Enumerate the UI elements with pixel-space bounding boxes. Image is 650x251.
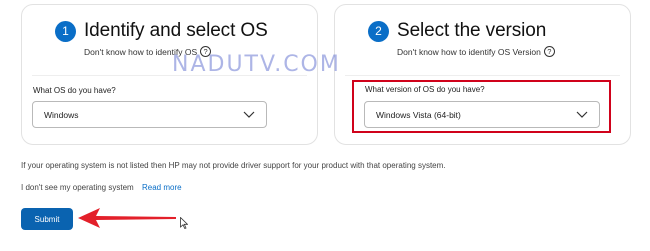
dont-see-os-text: I don't see my operating system bbox=[21, 183, 134, 192]
red-arrow-annotation bbox=[78, 208, 176, 228]
step-number-badge: 1 bbox=[55, 21, 76, 42]
os-support-note: If your operating system is not listed t… bbox=[21, 161, 446, 170]
watermark: NADUTV.COM bbox=[172, 52, 341, 77]
os-select[interactable]: Windows bbox=[32, 101, 267, 128]
os-field-label: What OS do you have? bbox=[33, 86, 116, 95]
os-select-value: Windows bbox=[44, 110, 79, 120]
divider bbox=[345, 75, 620, 76]
step-title: Select the version bbox=[397, 20, 547, 41]
help-text[interactable]: Don't know how to identify OS Version bbox=[397, 47, 541, 57]
step-title: Identify and select OS bbox=[84, 20, 268, 41]
highlight-box bbox=[352, 80, 611, 133]
read-more-link[interactable]: Read more bbox=[142, 183, 182, 192]
submit-button[interactable]: Submit bbox=[21, 208, 73, 230]
mouse-cursor-icon bbox=[180, 217, 188, 229]
chevron-down-icon bbox=[243, 111, 255, 118]
step-number-badge: 2 bbox=[368, 21, 389, 42]
help-circle-icon[interactable]: ? bbox=[543, 46, 555, 57]
identify-version-help[interactable]: Don't know how to identify OS Version ? bbox=[397, 46, 555, 57]
